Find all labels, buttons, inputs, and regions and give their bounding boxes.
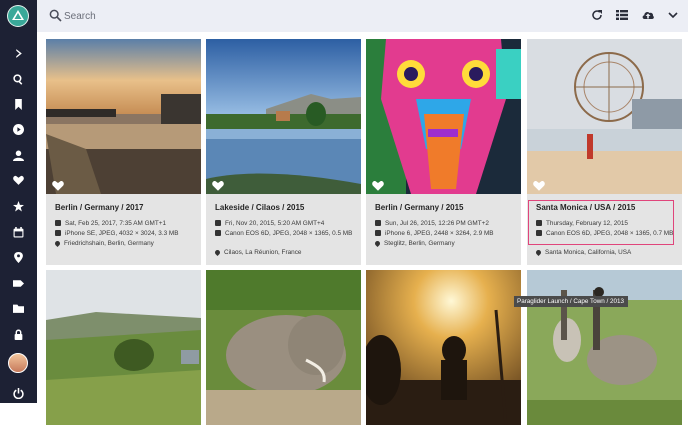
- photo-thumbnail[interactable]: [527, 39, 682, 194]
- photo-location-row: Cilaos, La Réunion, France: [213, 248, 355, 257]
- photo-location: Friedrichshain, Berlin, Germany: [64, 240, 154, 247]
- photo-location: Steglitz, Berlin, Germany: [384, 240, 455, 247]
- refresh-button[interactable]: [590, 8, 604, 22]
- heart-icon: [533, 180, 545, 191]
- sidebar-item-people[interactable]: [0, 145, 37, 165]
- heart-icon: [13, 175, 24, 185]
- bookmark-icon: [15, 98, 22, 110]
- location-icon: [14, 251, 23, 263]
- sidebar-item-moments[interactable]: [0, 196, 37, 216]
- location-icon: [53, 239, 62, 248]
- top-toolbar: [37, 0, 688, 32]
- label-icon: [13, 279, 24, 287]
- camera-icon: [55, 230, 61, 236]
- calendar-icon: [13, 226, 24, 237]
- photo-camera-row: Canon EOS 6D, JPEG, 2048 × 1365, 0.5 MB: [215, 229, 355, 238]
- photo-title: Berlin / Germany / 2017: [55, 203, 144, 212]
- sidebar-expand-button[interactable]: [0, 43, 37, 63]
- photo-thumbnail[interactable]: [366, 39, 521, 194]
- photo-location-row: Friedrichshain, Berlin, Germany: [53, 239, 195, 248]
- photo-camera: iPhone 6, JPEG, 2448 × 3264, 2.9 MB: [385, 230, 494, 237]
- photo-card[interactable]: Berlin / Germany / 2017 Sat, Feb 25, 201…: [46, 39, 201, 265]
- camera-icon: [375, 230, 381, 236]
- photo-thumbnail[interactable]: [527, 270, 682, 425]
- camera-icon: [215, 230, 221, 236]
- avatar[interactable]: [8, 353, 28, 373]
- calendar-icon: [215, 220, 221, 226]
- calendar-icon: [375, 220, 381, 226]
- photo-title: Lakeside / Cilaos / 2015: [215, 203, 305, 212]
- power-icon: [13, 387, 24, 399]
- location-icon: [534, 248, 543, 257]
- photo-date-row: Sun, Jul 26, 2015, 12:26 PM GMT+2: [375, 219, 515, 228]
- photo-card[interactable]: [366, 270, 521, 425]
- refresh-icon: [592, 10, 602, 20]
- photo-thumbnail[interactable]: [366, 270, 521, 425]
- photo-location-row: Santa Monica, California, USA: [534, 248, 676, 257]
- sidebar-item-logout[interactable]: [0, 383, 37, 403]
- more-menu-button[interactable]: [666, 8, 680, 22]
- favorite-toggle[interactable]: [212, 177, 224, 191]
- heart-icon: [52, 180, 64, 191]
- photo-date: Sat, Feb 25, 2017, 7:35 AM GMT+1: [65, 220, 167, 227]
- sidebar-item-bookmarks[interactable]: [0, 94, 37, 114]
- heart-icon: [372, 180, 384, 191]
- list-view-icon: [616, 10, 628, 20]
- search-icon: [13, 73, 23, 85]
- photo-tooltip: Paraglider Launch / Cape Town / 2013: [514, 296, 628, 307]
- location-icon: [213, 248, 222, 257]
- favorite-toggle[interactable]: [533, 177, 545, 191]
- calendar-icon: [55, 220, 61, 226]
- upload-button[interactable]: [641, 8, 655, 22]
- star-icon: [13, 200, 24, 211]
- photo-title: Berlin / Germany / 2015: [375, 203, 464, 212]
- photo-card[interactable]: [527, 270, 682, 425]
- sidebar-item-calendar[interactable]: [0, 222, 37, 242]
- photo-location: Santa Monica, California, USA: [545, 249, 632, 256]
- photo-card[interactable]: [206, 270, 361, 425]
- favorite-toggle[interactable]: [372, 177, 384, 191]
- photo-date: Fri, Nov 20, 2015, 5:20 AM GMT+4: [225, 220, 325, 227]
- photo-camera-row: iPhone 6, JPEG, 2448 × 3264, 2.9 MB: [375, 229, 515, 238]
- lock-icon: [14, 329, 23, 340]
- sidebar: [0, 0, 37, 403]
- play-icon: [13, 123, 24, 135]
- photo-location: Cilaos, La Réunion, France: [224, 249, 302, 256]
- search-icon: [49, 9, 62, 22]
- view-toggle-button[interactable]: [615, 8, 629, 22]
- photo-location-row: Steglitz, Berlin, Germany: [373, 239, 515, 248]
- chevron-down-icon: [668, 12, 678, 19]
- sidebar-item-search[interactable]: [0, 69, 37, 89]
- app-logo[interactable]: [7, 5, 29, 27]
- sidebar-item-labels[interactable]: [0, 273, 37, 293]
- sidebar-item-private[interactable]: [0, 324, 37, 344]
- photo-card[interactable]: Lakeside / Cilaos / 2015 Fri, Nov 20, 20…: [206, 39, 361, 265]
- sidebar-item-videos[interactable]: [0, 119, 37, 139]
- person-icon: [13, 150, 24, 161]
- sidebar-item-places[interactable]: [0, 247, 37, 267]
- photo-card[interactable]: [46, 270, 201, 425]
- expand-icon: [16, 48, 22, 58]
- selection-highlight: [528, 200, 674, 245]
- folder-icon: [13, 304, 24, 313]
- sidebar-item-favorites[interactable]: [0, 170, 37, 190]
- sidebar-item-folders[interactable]: [0, 298, 37, 318]
- search-input[interactable]: [64, 7, 364, 25]
- heart-icon: [212, 180, 224, 191]
- photo-thumbnail[interactable]: [206, 39, 361, 194]
- favorite-toggle[interactable]: [52, 177, 64, 191]
- photo-thumbnail[interactable]: [46, 270, 201, 425]
- photo-thumbnail[interactable]: [46, 39, 201, 194]
- upload-icon: [642, 11, 654, 19]
- photo-date: Sun, Jul 26, 2015, 12:26 PM GMT+2: [385, 220, 489, 227]
- photo-date-row: Sat, Feb 25, 2017, 7:35 AM GMT+1: [55, 219, 195, 228]
- photo-thumbnail[interactable]: [206, 270, 361, 425]
- photo-camera: Canon EOS 6D, JPEG, 2048 × 1365, 0.5 MB: [225, 230, 353, 237]
- photo-card[interactable]: Berlin / Germany / 2015 Sun, Jul 26, 201…: [366, 39, 521, 265]
- location-icon: [373, 239, 382, 248]
- photo-camera-row: iPhone SE, JPEG, 4032 × 3024, 3.3 MB: [55, 229, 195, 238]
- photo-camera: iPhone SE, JPEG, 4032 × 3024, 3.3 MB: [65, 230, 179, 237]
- photo-date-row: Fri, Nov 20, 2015, 5:20 AM GMT+4: [215, 219, 355, 228]
